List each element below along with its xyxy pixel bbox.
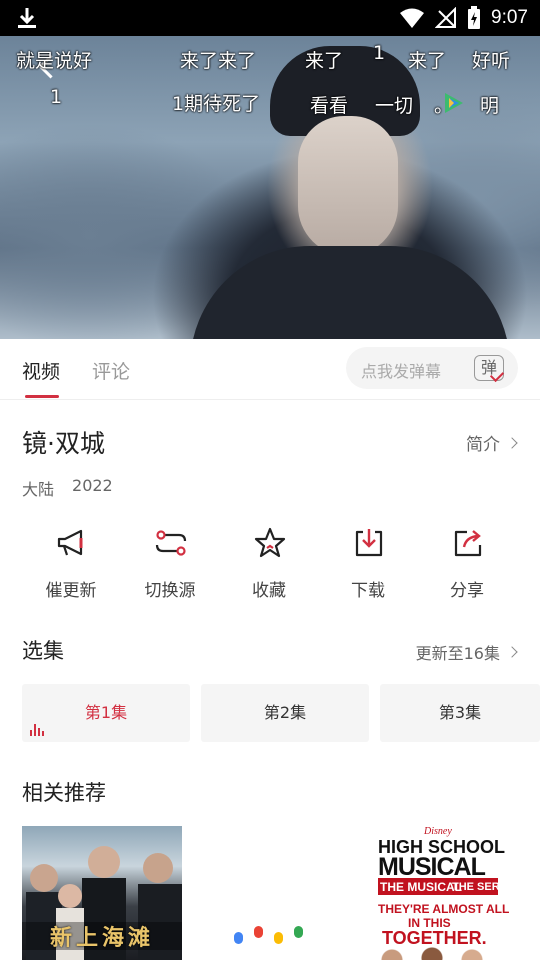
danmaku-item: 明 bbox=[480, 95, 500, 117]
chevron-right-icon bbox=[506, 436, 518, 449]
poster-tagline1: THEY'RE ALMOST ALL bbox=[378, 902, 510, 916]
content-tabs: 视频 评论 点我发弹幕 弹 bbox=[0, 339, 540, 400]
danmaku-item: 一切 bbox=[375, 95, 414, 117]
poster-title: 新上海滩 bbox=[50, 926, 155, 951]
danmaku-item: 1期待死了 bbox=[172, 93, 261, 115]
recommend-poster[interactable] bbox=[194, 826, 354, 960]
danmaku-item: 1 bbox=[50, 86, 63, 108]
intro-link-label: 简介 bbox=[466, 435, 500, 455]
episode-item[interactable]: 第2集 bbox=[201, 684, 369, 742]
danmaku-item: 就是说好 bbox=[16, 50, 93, 72]
favorite-button[interactable]: 收藏 bbox=[219, 526, 319, 606]
urge-update-button[interactable]: 催更新 bbox=[21, 526, 121, 606]
status-bar: 9:07 bbox=[0, 0, 540, 36]
chevron-right-icon bbox=[506, 646, 518, 658]
loading-dot-icon bbox=[274, 932, 283, 944]
show-region: 大陆 bbox=[22, 480, 55, 499]
episodes-update-status: 更新至16集 bbox=[415, 644, 500, 663]
recommend-title: 相关推荐 bbox=[22, 781, 106, 805]
download-notification-icon bbox=[18, 8, 36, 28]
episode-item[interactable]: 第1集 bbox=[22, 684, 190, 742]
episodes-update-link[interactable]: 更新至16集 bbox=[415, 640, 518, 664]
wifi-icon bbox=[400, 8, 425, 28]
playing-indicator-icon bbox=[30, 724, 44, 736]
switch-source-icon bbox=[155, 530, 187, 556]
show-meta: 大陆 2022 bbox=[22, 476, 113, 500]
danmaku-input-placeholder: 点我发弹幕 bbox=[361, 362, 442, 381]
danmaku-input[interactable]: 点我发弹幕 弹 bbox=[346, 347, 518, 389]
download-button[interactable]: 下载 bbox=[318, 526, 418, 606]
switch-source-button[interactable]: 切换源 bbox=[120, 526, 220, 606]
danmaku-item: 看看 bbox=[310, 95, 349, 117]
share-icon bbox=[454, 530, 482, 557]
tab-comments[interactable]: 评论 bbox=[92, 357, 130, 384]
loading-dot-icon bbox=[234, 932, 243, 944]
battery-charging-icon bbox=[468, 6, 481, 29]
episode-item[interactable]: 第3集 bbox=[380, 684, 540, 742]
video-player[interactable]: 就是说好 来了来了 来了 1 来了 好听 1 1期待死了 看看 一切 。 明 bbox=[0, 36, 540, 339]
tab-video[interactable]: 视频 bbox=[22, 357, 60, 384]
intro-link[interactable]: 简介 bbox=[466, 430, 518, 455]
poster-subtitle-a: THE MUSICAL bbox=[380, 880, 462, 894]
poster-brand: Disney bbox=[424, 826, 452, 837]
loading-dots bbox=[234, 926, 314, 946]
show-year: 2022 bbox=[72, 476, 113, 495]
danmaku-item: 好听 bbox=[472, 50, 511, 72]
poster-subtitle-b: THE SERIES bbox=[452, 881, 518, 893]
episodes-title: 选集 bbox=[22, 639, 64, 663]
action-bar: 催更新 切换源 收藏 下载 分享 bbox=[0, 526, 540, 606]
danmaku-item: 。 bbox=[434, 95, 454, 117]
danmaku-item: 来了 bbox=[408, 50, 447, 72]
danmaku-item: 来了 bbox=[305, 50, 344, 72]
megaphone-icon bbox=[57, 529, 83, 556]
danmaku-item: 1 bbox=[373, 42, 386, 64]
show-title: 镜·双城 bbox=[22, 429, 105, 458]
loading-dot-icon bbox=[294, 926, 303, 938]
share-button[interactable]: 分享 bbox=[417, 526, 517, 606]
recommend-poster[interactable]: Disney HIGH SCHOOL MUSICAL THE MUSICAL T… bbox=[372, 826, 532, 960]
download-icon bbox=[355, 529, 383, 557]
recommend-poster[interactable]: 新上海滩 bbox=[22, 826, 182, 960]
status-time: 9:07 bbox=[491, 7, 528, 28]
no-signal-icon bbox=[435, 7, 457, 28]
loading-dot-icon bbox=[254, 926, 263, 938]
poster-cast-image bbox=[372, 946, 512, 960]
star-icon bbox=[254, 527, 286, 558]
tab-indicator bbox=[25, 395, 59, 398]
danmaku-item: 来了来了 bbox=[180, 50, 257, 72]
